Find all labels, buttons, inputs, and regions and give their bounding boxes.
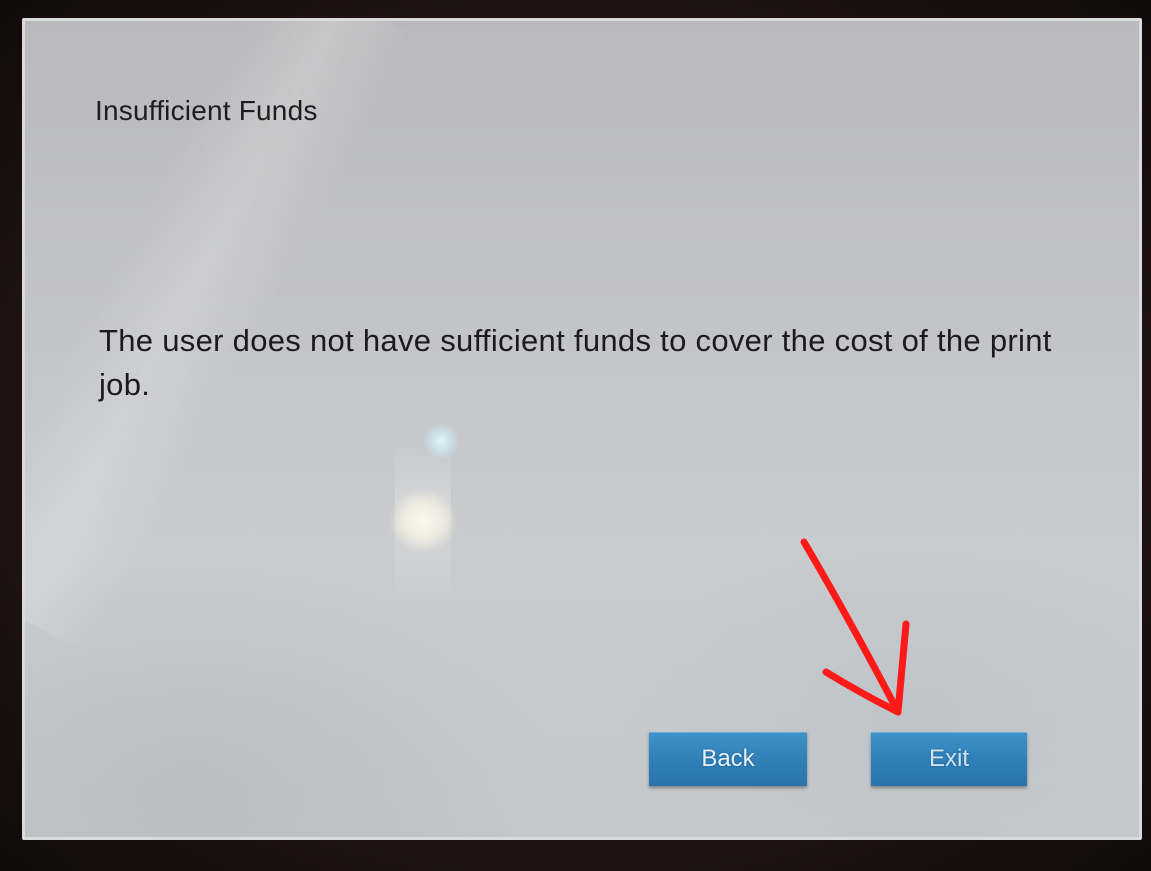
back-button[interactable]: Back	[649, 732, 807, 786]
dialog-message: The user does not have sufficient funds …	[99, 323, 1052, 402]
dialog-title: Insufficient Funds	[95, 95, 318, 126]
print-kiosk-screen: Insufficient Funds The user does not hav…	[22, 18, 1142, 840]
screen-glare-spot-large	[391, 491, 455, 551]
screen-glare-spot	[423, 423, 459, 459]
exit-button[interactable]: Exit	[871, 732, 1027, 786]
